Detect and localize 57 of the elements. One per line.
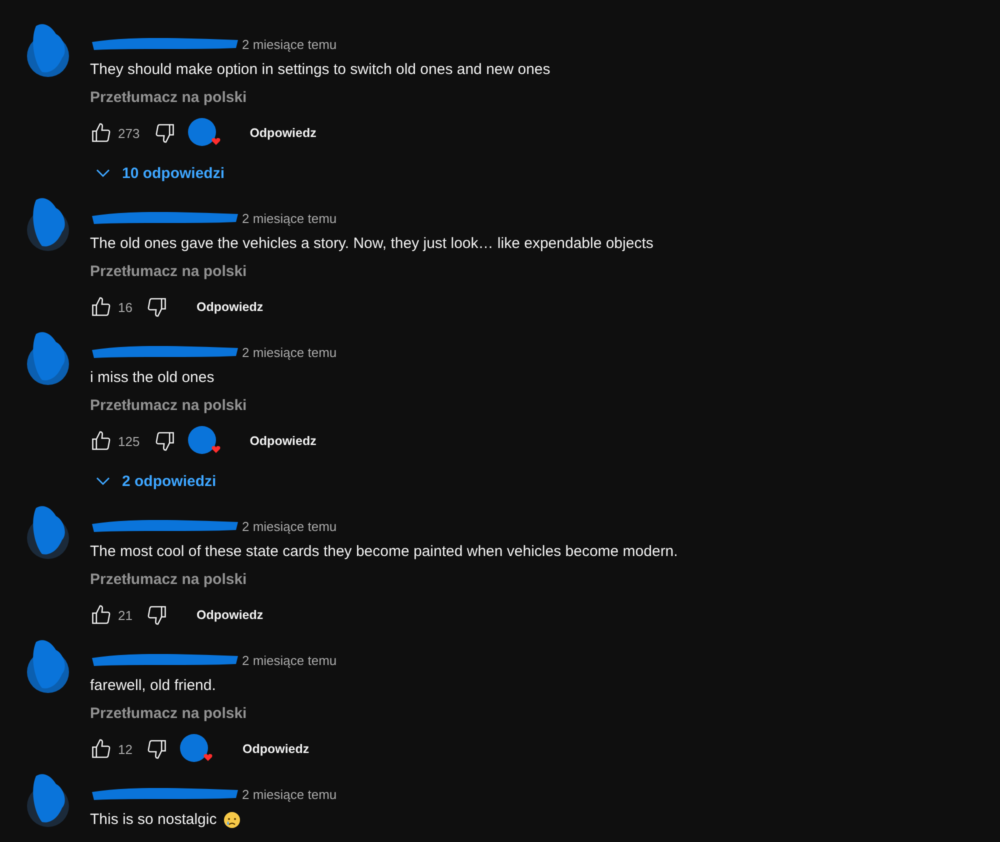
like-button[interactable] bbox=[90, 604, 112, 626]
dislike-button[interactable] bbox=[146, 738, 168, 760]
like-count: 273 bbox=[118, 126, 140, 140]
like-button[interactable] bbox=[90, 122, 112, 144]
translate-link[interactable]: Przetłumacz na polski bbox=[90, 704, 247, 724]
comment-text: They should make option in settings to switch old ones and new ones bbox=[90, 60, 550, 80]
thumbs-down-icon bbox=[154, 430, 176, 452]
reply-button[interactable]: Odpowiedz bbox=[244, 126, 322, 140]
thumbs-up-icon bbox=[90, 430, 112, 452]
dislike-button[interactable] bbox=[146, 296, 168, 318]
dislike-button[interactable] bbox=[146, 604, 168, 626]
translate-link[interactable]: Przetłumacz na polski bbox=[90, 396, 247, 416]
comment-time: 2 miesiące temu bbox=[242, 518, 337, 534]
translate-link[interactable]: Przetłumacz na polski bbox=[90, 88, 247, 108]
thumbs-down-icon bbox=[146, 296, 168, 318]
reply-button[interactable]: Odpowiedz bbox=[190, 608, 270, 622]
chevron-down-icon bbox=[96, 477, 110, 485]
thumbs-down-icon bbox=[146, 738, 168, 760]
thumbs-down-icon bbox=[154, 122, 176, 144]
translate-link[interactable]: Przetłumacz na polski bbox=[90, 262, 247, 282]
chevron-down-icon bbox=[96, 169, 110, 177]
reply-button[interactable]: Odpowiedz bbox=[244, 434, 322, 448]
dislike-button[interactable] bbox=[154, 122, 176, 144]
reply-button[interactable]: Odpowiedz bbox=[190, 300, 270, 314]
thumbs-up-icon bbox=[90, 604, 112, 626]
comment-text: i miss the old ones bbox=[90, 368, 214, 388]
comment-time: 2 miesiące temu bbox=[242, 36, 337, 52]
show-replies-button[interactable]: 2 odpowiedzi bbox=[90, 463, 216, 499]
comment-time: 2 miesiące temu bbox=[242, 786, 337, 802]
like-count: 125 bbox=[118, 434, 140, 448]
comment-time: 2 miesiące temu bbox=[242, 652, 337, 668]
thumbs-up-icon bbox=[90, 738, 112, 760]
avatar bbox=[24, 772, 72, 828]
comment-text: The old ones gave the vehicles a story. Now, they just look… like expendable objects bbox=[90, 234, 654, 254]
like-count: 12 bbox=[118, 742, 132, 756]
reply-button[interactable]: Odpowiedz bbox=[236, 742, 316, 756]
comment-time: 2 miesiące temu bbox=[242, 344, 337, 360]
thumbs-up-icon bbox=[90, 296, 112, 318]
comment-text: This is so nostalgic bbox=[90, 810, 217, 830]
show-replies-button[interactable]: 10 odpowiedzi bbox=[90, 155, 225, 191]
comment-time: 2 miesiące temu bbox=[242, 210, 337, 226]
translate-link[interactable]: Przetłumacz na polski bbox=[90, 570, 247, 590]
like-button[interactable] bbox=[90, 430, 112, 452]
like-count: 21 bbox=[118, 608, 132, 622]
comment-text: farewell, old friend. bbox=[90, 676, 216, 696]
avatar bbox=[24, 330, 72, 386]
avatar bbox=[24, 196, 72, 252]
like-count: 16 bbox=[118, 300, 132, 314]
thumbs-up-icon bbox=[90, 122, 112, 144]
thumbs-down-icon bbox=[146, 604, 168, 626]
dislike-button[interactable] bbox=[154, 430, 176, 452]
comment-text: The most cool of these state cards they become painted when vehicles become modern. bbox=[90, 542, 678, 562]
like-button[interactable] bbox=[90, 738, 112, 760]
avatar bbox=[24, 638, 72, 694]
like-button[interactable] bbox=[90, 296, 112, 318]
avatar bbox=[24, 504, 72, 560]
avatar bbox=[24, 22, 72, 78]
